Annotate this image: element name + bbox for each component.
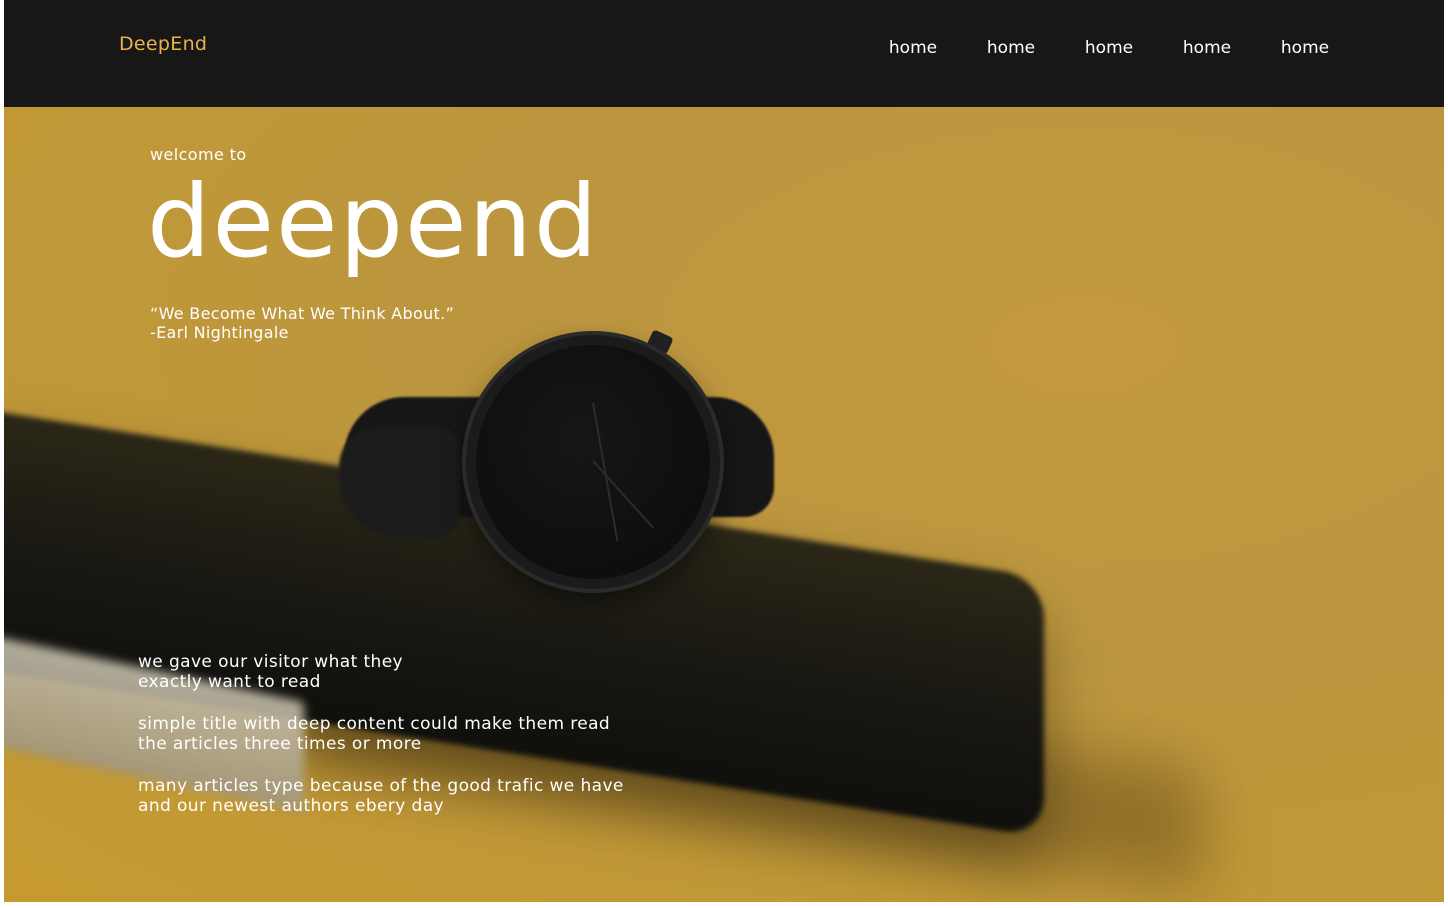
description: we gave our visitor what they exactly wa…: [138, 652, 624, 838]
watch-face: [476, 345, 710, 579]
quote-author: -Earl Nightingale: [150, 323, 289, 342]
nav-link-home-4[interactable]: home: [1158, 38, 1256, 58]
nav-link-home-1[interactable]: home: [864, 38, 962, 58]
description-paragraph-2: simple title with deep content could mak…: [138, 714, 611, 754]
hero-section: welcome to deepend “We Become What We Th…: [4, 107, 1444, 902]
nav-link-home-3[interactable]: home: [1060, 38, 1158, 58]
hero-title: deepend: [147, 163, 600, 280]
site-logo[interactable]: DeepEnd: [119, 33, 207, 55]
description-paragraph-3: many articles type because of the good t…: [138, 776, 624, 816]
quote-text: “We Become What We Think About.”: [150, 304, 455, 323]
watch-image: [466, 335, 720, 589]
page-frame: DeepEnd home home home home home welcome…: [4, 0, 1444, 902]
navbar: DeepEnd home home home home home: [4, 0, 1444, 107]
nav-links: home home home home home: [864, 38, 1354, 58]
nav-link-home-5[interactable]: home: [1256, 38, 1354, 58]
watch-hour-hand: [592, 460, 654, 529]
nav-link-home-2[interactable]: home: [962, 38, 1060, 58]
welcome-text: welcome to: [150, 145, 247, 164]
description-paragraph-1: we gave our visitor what they exactly wa…: [138, 652, 404, 692]
quote: “We Become What We Think About.” -Earl N…: [150, 304, 454, 342]
watch-strap-left: [339, 427, 459, 537]
watch-minute-hand: [592, 402, 619, 542]
